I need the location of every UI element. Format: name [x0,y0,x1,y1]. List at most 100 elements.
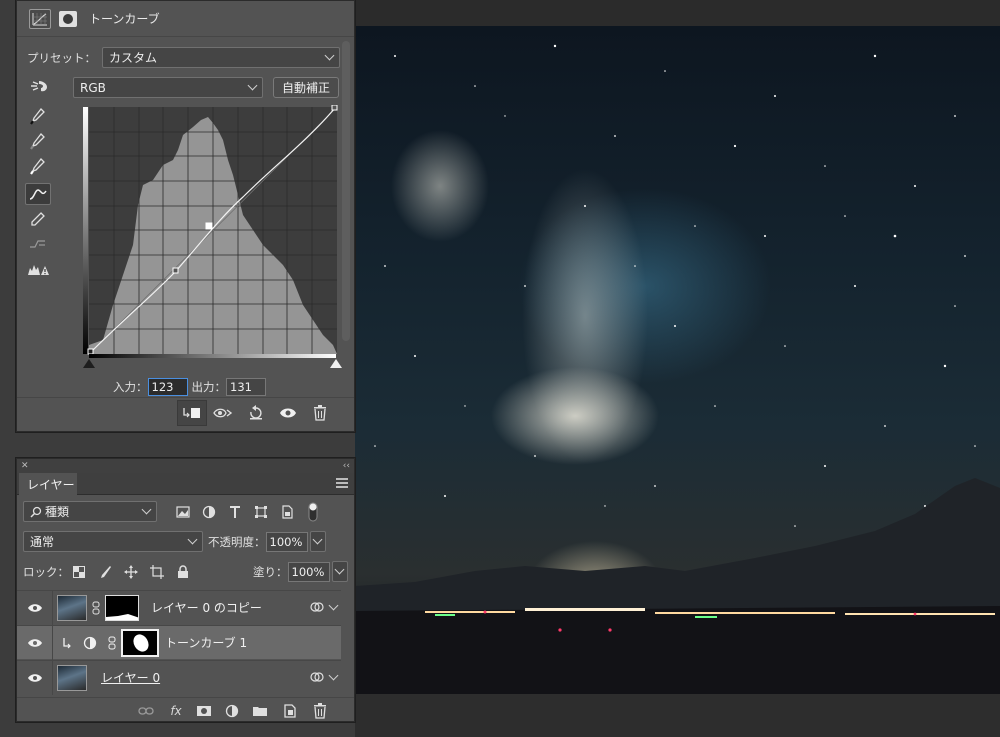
output-label: 出力： [191,380,227,394]
search-icon [30,506,42,518]
layer-name[interactable]: レイヤー 0 のコピー [151,599,262,616]
channel-row: RGB 自動補正 [27,75,339,100]
white-point-slider[interactable] [330,359,342,368]
lock-image-pixels-icon[interactable] [95,563,115,581]
chevron-down-icon [312,534,322,545]
pencil-draw-icon[interactable] [25,208,51,230]
on-image-adjust-icon[interactable] [27,75,53,97]
properties-header: トーンカーブ [17,1,354,37]
layer-name[interactable]: レイヤー 0 [101,669,160,686]
smart-filter-icon[interactable] [310,670,324,684]
output-field[interactable]: 131 [226,378,266,396]
layer-mask-thumbnail[interactable] [105,594,139,621]
visibility-eye-icon[interactable] [17,660,53,695]
layer-thumbnail [57,664,87,691]
layer-mask-icon[interactable] [59,10,77,27]
black-point-slider[interactable] [83,359,95,368]
document-tab-strip [355,0,1000,26]
canvas-photo-milky-way[interactable] [355,26,1000,694]
close-icon[interactable]: ✕ [21,461,29,471]
preset-row: プリセット： カスタム [27,47,340,68]
preset-label: プリセット： [27,50,96,65]
smooth-curve-icon[interactable] [25,233,51,255]
channel-value: RGB [80,80,106,95]
new-group-icon[interactable] [249,701,271,721]
filter-toggle-icon[interactable] [303,502,323,521]
chevron-down-icon [334,564,344,575]
blend-row: 通常 不透明度： 100% [23,531,326,552]
lock-position-icon[interactable] [121,563,141,581]
blend-mode-select[interactable]: 通常 [23,531,203,552]
lock-all-icon[interactable] [173,563,193,581]
properties-title: トーンカーブ [89,12,160,26]
add-mask-icon[interactable] [193,701,215,721]
mask-link-icon[interactable] [107,636,117,650]
chevron-down-icon[interactable] [328,600,339,610]
auto-adjust-button[interactable]: 自動補正 [273,77,339,98]
layer-row-curves[interactable]: トーンカーブ 1 [17,625,341,660]
fill-dropdown[interactable] [331,561,348,582]
filter-icons [173,502,329,521]
layer-name[interactable]: トーンカーブ 1 [165,634,247,651]
properties-footer [17,397,354,427]
blend-mode-value: 通常 [30,535,55,549]
opacity-dropdown[interactable] [309,531,326,552]
layer-row-copy[interactable]: レイヤー 0 のコピー [17,590,341,625]
curve-edit-icon[interactable] [25,183,51,205]
layer-filter-row: 種類 [23,501,329,522]
layer-row-base[interactable]: レイヤー 0 [17,660,341,695]
chevron-down-icon [141,504,152,515]
black-point-eyedropper-icon[interactable] [25,105,51,127]
smart-filter-icon[interactable] [310,600,324,614]
adjustment-filter-icon[interactable] [199,503,219,521]
layer-filter-select[interactable]: 種類 [23,501,157,522]
preset-select[interactable]: カスタム [102,47,340,68]
input-gradient-bar [89,354,336,358]
white-point-eyedropper-icon[interactable] [25,155,51,177]
input-field[interactable]: 123 [147,378,188,396]
channel-select[interactable]: RGB [73,77,263,98]
visibility-eye-icon[interactable] [17,590,53,625]
visibility-eye-icon[interactable] [17,625,53,660]
clip-to-layer-icon[interactable] [177,400,207,426]
input-label: 入力： [113,380,148,394]
curves-adjustment-icon[interactable] [29,8,51,29]
panel-menu-icon[interactable] [336,478,348,488]
curve-point-active [205,222,213,230]
curve-point-shadow [172,267,179,274]
smart-object-filter-icon[interactable] [277,503,297,521]
gray-point-eyedropper-icon[interactable] [25,130,51,152]
delete-layer-icon[interactable] [309,701,331,721]
clipping-warning-icon[interactable] [25,258,51,280]
properties-scrollbar[interactable] [342,41,350,341]
opacity-label: 不透明度： [208,534,266,549]
chevron-down-icon[interactable] [328,670,339,680]
delete-layer-icon[interactable] [305,400,335,426]
pixel-layer-filter-icon[interactable] [173,503,193,521]
tab-layers[interactable]: レイヤー [19,473,77,495]
lock-artboard-icon[interactable] [147,563,167,581]
toggle-visibility-icon[interactable] [273,400,303,426]
mask-link-icon[interactable] [91,601,101,615]
adjustment-layer-icon [83,636,97,649]
curves-mask-thumbnail[interactable] [121,628,159,657]
curve-point-white [331,105,338,111]
curve-graph[interactable] [83,105,340,356]
shape-filter-icon[interactable] [251,503,271,521]
new-adjustment-icon[interactable] [221,701,243,721]
fill-field[interactable]: 100% [287,561,330,582]
type-filter-icon[interactable] [225,503,245,521]
reset-adjustments-icon[interactable] [241,400,271,426]
new-layer-icon[interactable] [279,701,301,721]
collapse-icon[interactable]: ‹‹ [343,461,350,471]
view-previous-state-icon[interactable] [209,400,239,426]
lock-transparent-pixels-icon[interactable] [69,563,89,581]
mountain-silhouette [355,478,1000,694]
lock-row: ロック： 塗り： 100% [23,561,348,582]
canvas-bottom-strip [355,694,1000,737]
opacity-field[interactable]: 100% [265,531,308,552]
layer-fx-icon[interactable]: fx [165,701,187,721]
fill-label: 塗り： [253,564,288,579]
filter-value: 種類 [45,505,70,519]
link-layers-icon[interactable] [135,701,157,721]
